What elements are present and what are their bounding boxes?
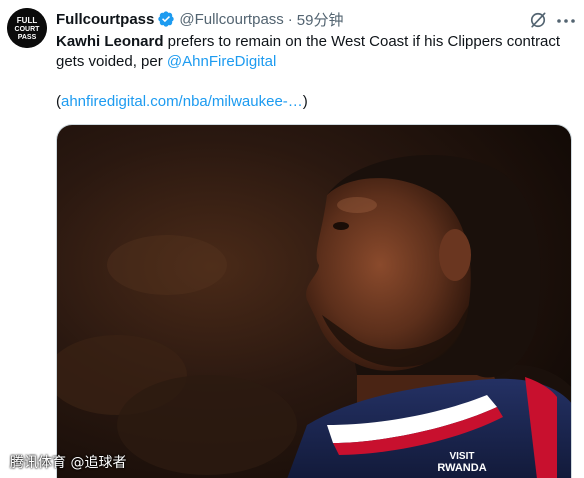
tweet-text: Kawhi Leonard prefers to remain on the W… [56,32,576,72]
tweet-timestamp[interactable]: 59分钟 [297,9,344,30]
more-options-icon[interactable] [556,18,576,24]
player-name: Kawhi Leonard [56,33,164,50]
player-photo: VISIT RWANDA [57,125,571,478]
tweet-media-image[interactable]: VISIT RWANDA [56,124,572,478]
jersey-text-visit: VISIT [449,451,474,462]
tweet-header: Fullcourtpass @Fullcourtpass · 59分钟 [56,8,343,30]
separator-dot: · [287,10,293,28]
svg-text:COURT: COURT [15,26,41,33]
verified-badge-icon[interactable] [157,10,175,28]
author-avatar[interactable]: FULL COURT PASS [7,8,47,48]
fullcourtpass-logo: FULL COURT PASS [7,8,47,48]
grok-icon[interactable] [528,10,548,30]
jersey-text-rwanda: RWANDA [437,462,486,474]
tweet-card[interactable]: FULL COURT PASS Fullcourtpass @Fullcourt… [0,0,584,478]
article-link[interactable]: ahnfiredigital.com/nba/milwaukee-… [61,93,303,110]
tweet-link-line: (ahnfiredigital.com/nba/milwaukee-…) [56,92,308,112]
source-watermark: 腾讯体育 @追球者 [10,455,127,471]
source-mention-link[interactable]: @AhnFireDigital [167,53,276,70]
svg-text:PASS: PASS [18,34,37,41]
author-handle[interactable]: @Fullcourtpass [179,11,283,28]
svg-text:FULL: FULL [17,16,38,25]
author-display-name[interactable]: Fullcourtpass [56,11,154,28]
link-close-paren: ) [302,93,308,110]
